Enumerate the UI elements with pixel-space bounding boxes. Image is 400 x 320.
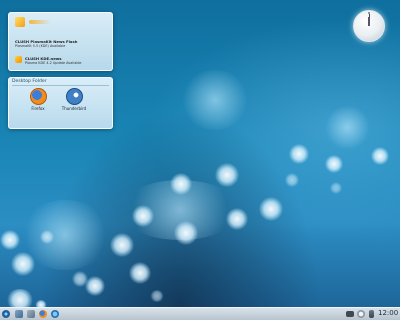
folder-view-widget[interactable]: Desktop Folder Firefox Thunderbird: [8, 77, 113, 129]
desktop-icon-label: Firefox: [31, 106, 45, 111]
network-icon[interactable]: [51, 310, 59, 318]
firefox-icon[interactable]: [39, 310, 47, 318]
desktop-icon-label: Thunderbird: [61, 106, 87, 111]
system-icon[interactable]: [27, 310, 35, 318]
notification-subtitle: Plasma KDE 4.2 Update Available: [25, 61, 82, 65]
clock-hour-hand: [368, 17, 370, 26]
firefox-icon: [29, 88, 47, 105]
notification-subtitle: PlasmaKit 5.5 (KDE) Available: [15, 44, 66, 48]
folder-view-divider: [12, 85, 109, 86]
notification-header-bar: [29, 20, 51, 24]
thunderbird-icon: [65, 88, 83, 105]
desktop-icon-thunderbird[interactable]: Thunderbird: [59, 88, 89, 111]
kde-menu-icon[interactable]: [2, 310, 10, 318]
notification-widget[interactable]: CLUSH PlasmaKit News Flash PlasmaKit 5.5…: [8, 12, 113, 71]
volume-icon[interactable]: [357, 310, 365, 318]
notification-icon: [15, 17, 25, 27]
taskbar: 12:00: [0, 307, 400, 320]
display-icon[interactable]: [346, 311, 354, 317]
battery-icon[interactable]: [369, 310, 374, 318]
analog-clock-widget[interactable]: [353, 10, 385, 42]
notification-header: [15, 17, 51, 28]
file-manager-icon[interactable]: [15, 310, 23, 318]
folder-view-title: Desktop Folder: [12, 79, 47, 84]
desktop-icon-firefox[interactable]: Firefox: [23, 88, 53, 111]
update-icon: [15, 56, 22, 63]
taskbar-clock[interactable]: 12:00: [378, 309, 398, 317]
